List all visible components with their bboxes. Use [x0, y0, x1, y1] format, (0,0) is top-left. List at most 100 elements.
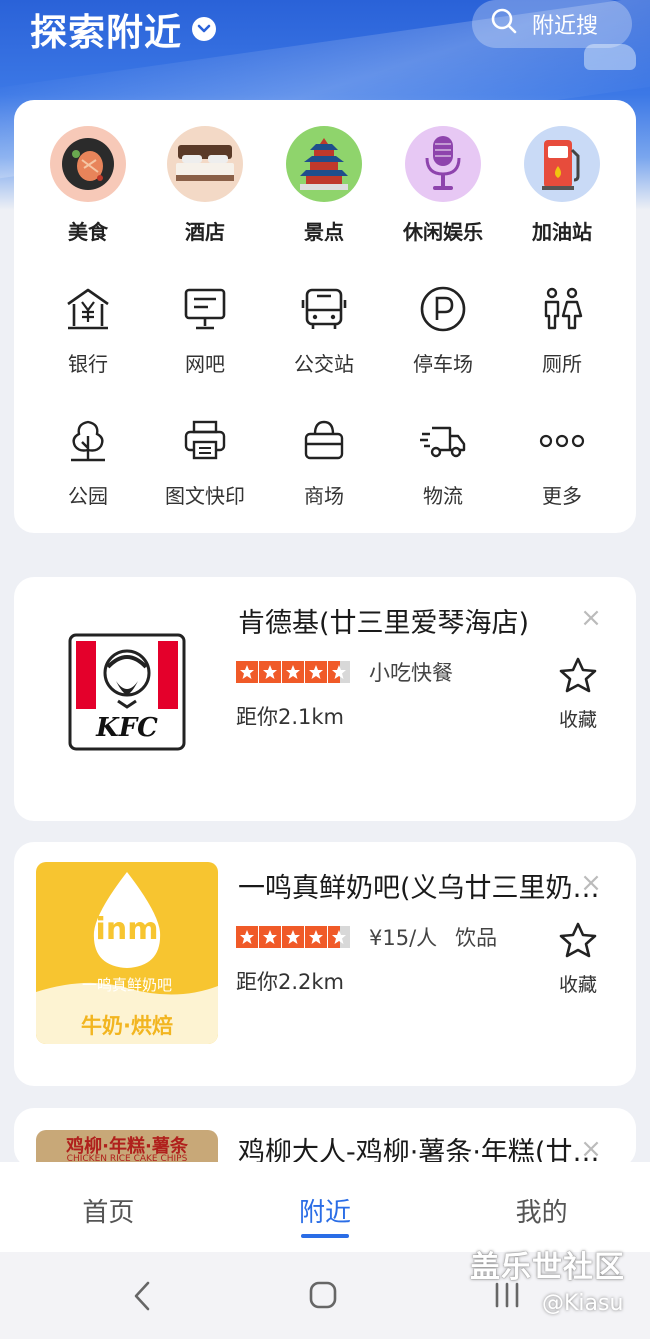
search-icon — [490, 7, 518, 41]
yiming-milk-logo: inm 一鸣真鲜奶吧 牛奶·烘焙 — [36, 862, 218, 1044]
microphone-icon — [405, 126, 481, 202]
chevron-down-icon — [192, 17, 216, 41]
yiming-logo-text: inm — [95, 912, 159, 947]
watermark-handle: @Kiasu — [542, 1291, 624, 1316]
star-outline-icon — [556, 922, 600, 962]
star-icon — [305, 661, 328, 683]
temple-of-heaven-icon — [286, 126, 362, 202]
close-icon[interactable]: × — [580, 605, 602, 631]
category-leisure-label: 休闲娱乐 — [403, 220, 483, 244]
star-icon — [282, 661, 305, 683]
close-icon[interactable]: × — [580, 870, 602, 896]
category-mall[interactable]: 商场 — [264, 416, 384, 509]
star-icon — [259, 661, 282, 683]
poi-category: 小吃快餐 — [369, 661, 453, 685]
poi-category: 饮品 — [455, 926, 498, 950]
food-plate-icon — [50, 126, 126, 202]
delivery-truck-icon — [418, 416, 468, 466]
category-print-shop-label: 图文快印 — [165, 484, 245, 508]
shopping-basket-icon — [299, 416, 349, 466]
category-restroom-label: 厕所 — [542, 352, 582, 376]
poi-name[interactable]: 肯德基(廿三里爱琴海店) — [238, 601, 600, 640]
bus-icon — [299, 284, 349, 334]
star-icon — [305, 926, 328, 948]
tab-me[interactable]: 我的 — [433, 1162, 650, 1252]
category-print-shop[interactable]: 图文快印 — [145, 416, 265, 509]
favorite-button[interactable]: 收藏 — [556, 657, 600, 732]
category-gas-station[interactable]: 加油站 — [502, 126, 622, 245]
home-icon[interactable] — [308, 1280, 338, 1314]
category-logistics[interactable]: 物流 — [383, 416, 503, 509]
category-food[interactable]: 美食 — [28, 126, 148, 245]
favorite-label: 收藏 — [558, 974, 597, 996]
star-icon — [236, 661, 259, 683]
tree-icon — [63, 416, 113, 466]
star-outline-icon — [556, 657, 600, 697]
back-icon[interactable] — [130, 1280, 154, 1316]
rating-row: ¥15/人 饮品 — [236, 922, 497, 952]
tab-nearby[interactable]: 附近 — [217, 1162, 434, 1252]
tab-home[interactable]: 首页 — [0, 1162, 217, 1252]
hotel-bed-icon — [167, 126, 243, 202]
category-restroom[interactable]: 厕所 — [502, 284, 622, 377]
category-internet-cafe-label: 网吧 — [185, 352, 225, 376]
poi-name[interactable]: 一鸣真鲜奶吧(义乌廿三里奶吧店) — [238, 866, 600, 905]
category-parking[interactable]: 停车场 — [383, 284, 503, 377]
category-internet-cafe[interactable]: 网吧 — [145, 284, 265, 377]
category-logistics-label: 物流 — [423, 484, 463, 508]
category-mall-label: 商场 — [304, 484, 344, 508]
poi-price: ¥15/人 — [369, 926, 438, 950]
more-dots-icon — [537, 416, 587, 466]
computer-monitor-icon — [180, 284, 230, 334]
bottom-navigation: 首页 附近 我的 — [0, 1162, 650, 1252]
poi-distance: 距你2.1km — [236, 705, 345, 729]
half-star-icon — [328, 926, 351, 948]
recent-apps-icon[interactable] — [492, 1282, 522, 1312]
category-more-label: 更多 — [542, 484, 582, 508]
poi-card[interactable]: 鸡柳·年糕·薯条 CHICKEN RICE CAKE CHIPS 鸡柳大人-鸡柳… — [14, 1108, 636, 1168]
category-bank-label: 银行 — [68, 352, 108, 376]
star-rating — [236, 661, 351, 683]
category-hotel-label: 酒店 — [185, 220, 225, 244]
printer-icon — [180, 416, 230, 466]
category-bus-stop-label: 公交站 — [294, 352, 354, 376]
category-attraction[interactable]: 景点 — [264, 126, 384, 245]
category-card: 美食 酒店 景点 休闲娱乐 加油站 银行 网吧 公交站 停车场 厕所 公园 图文… — [14, 100, 636, 533]
poi-card[interactable]: KFC 肯德基(廿三里爱琴海店) × 小吃快餐 距你2.1km 收藏 — [14, 577, 636, 821]
category-leisure[interactable]: 休闲娱乐 — [383, 126, 503, 245]
bank-icon — [63, 284, 113, 334]
yiming-banner-text: 牛奶·烘焙 — [81, 1014, 173, 1038]
page-title[interactable]: 探索附近 — [30, 2, 216, 56]
parking-icon — [418, 284, 468, 334]
watermark-title: 盖乐世社区 — [470, 1250, 625, 1285]
half-star-icon — [328, 661, 351, 683]
rating-row: 小吃快餐 — [236, 657, 453, 687]
category-attraction-label: 景点 — [304, 220, 344, 244]
poi-distance: 距你2.2km — [236, 970, 345, 994]
yiming-logo-subtext: 一鸣真鲜奶吧 — [81, 976, 172, 994]
category-bank[interactable]: 银行 — [28, 284, 148, 377]
kfc-logo: KFC — [36, 597, 218, 779]
star-rating — [236, 926, 351, 948]
star-icon — [282, 926, 305, 948]
restroom-icon — [537, 284, 587, 334]
close-icon[interactable]: × — [580, 1136, 602, 1162]
page-title-text: 探索附近 — [30, 11, 182, 54]
category-gas-station-label: 加油站 — [532, 220, 592, 244]
category-park-label: 公园 — [68, 484, 108, 508]
category-hotel[interactable]: 酒店 — [145, 126, 265, 245]
category-food-label: 美食 — [68, 220, 108, 244]
nearby-search-button[interactable]: 附近搜 — [472, 0, 632, 48]
nearby-search-label: 附近搜 — [532, 14, 599, 39]
poi-card[interactable]: inm 一鸣真鲜奶吧 牛奶·烘焙 一鸣真鲜奶吧(义乌廿三里奶吧店) × ¥15/… — [14, 842, 636, 1086]
fuel-pump-icon — [524, 126, 600, 202]
category-more[interactable]: 更多 — [502, 416, 622, 509]
category-bus-stop[interactable]: 公交站 — [264, 284, 384, 377]
star-icon — [236, 926, 259, 948]
category-park[interactable]: 公园 — [28, 416, 148, 509]
favorite-label: 收藏 — [558, 709, 597, 731]
star-icon — [259, 926, 282, 948]
category-parking-label: 停车场 — [413, 352, 473, 376]
favorite-button[interactable]: 收藏 — [556, 922, 600, 997]
kfc-logo-text: KFC — [96, 713, 158, 743]
